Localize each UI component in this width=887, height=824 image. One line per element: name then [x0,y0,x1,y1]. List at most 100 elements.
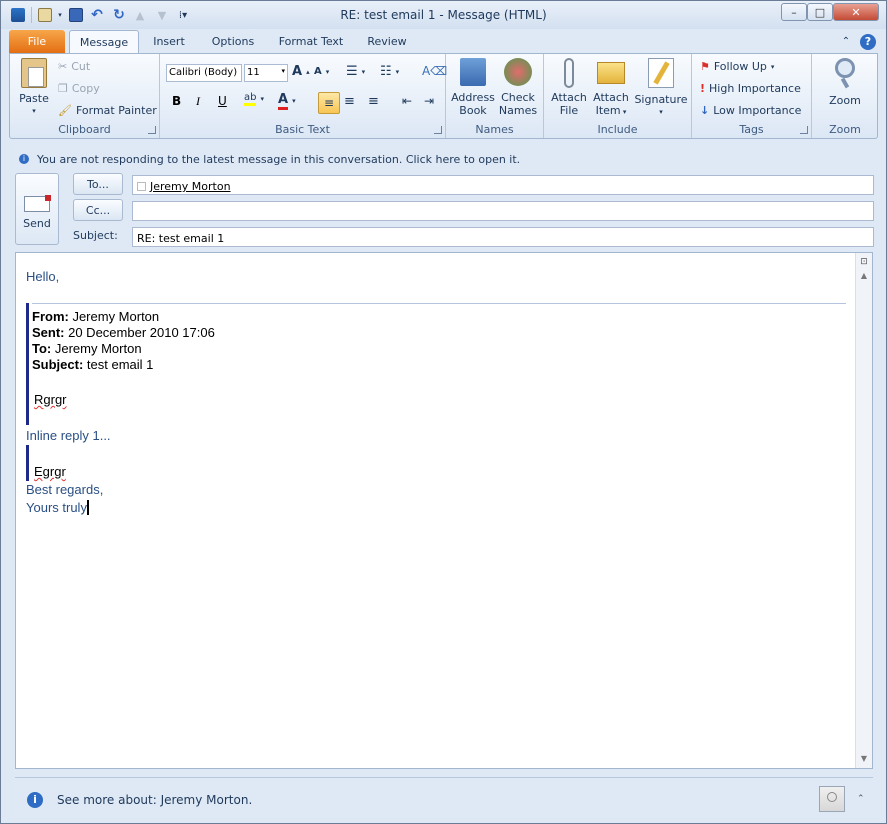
paintbrush-icon: 🖌 [58,104,72,117]
flag-icon: ⚑ [700,60,710,73]
align-center-icon[interactable]: ≡ [344,94,355,109]
greeting-text: Hello, [26,269,60,284]
bullets-icon[interactable]: ☰ ▾ [346,64,365,79]
tab-review[interactable]: Review [359,30,415,53]
bold-button[interactable]: B [172,94,181,108]
address-book-label-1: Address [451,91,495,104]
dialog-launcher-icon[interactable] [800,126,808,134]
minimize-button[interactable]: – [781,3,807,21]
attach-file-button[interactable]: Attach File [548,58,590,117]
chevron-down-icon: ▾ [659,108,663,116]
tab-options[interactable]: Options [203,30,263,53]
contact-avatar[interactable] [819,786,845,812]
zoom-label: Zoom [829,94,861,107]
paste-button[interactable]: Paste ▾ [14,58,54,120]
message-header: Send To... Cc... Subject: Jeremy Morton … [9,171,878,249]
tags-group-label: Tags [739,123,764,136]
attach-file-label-2: File [559,104,579,117]
chevron-down-icon: ▾ [281,67,285,75]
numbering-icon[interactable]: ☷ ▾ [380,64,399,79]
follow-up-button[interactable]: ⚑ Follow Up ▾ [700,60,774,73]
font-color-button[interactable]: A ▾ [278,92,296,110]
dialog-launcher-icon[interactable] [148,126,156,134]
clipboard-icon [21,58,47,88]
check-names-button[interactable]: Check Names [496,58,540,117]
zoom-button[interactable]: Zoom [820,58,870,107]
title-bar: ▾ ↶ ↻ ▲ ▼ ⁞▾ RE: test email 1 - Message … [1,1,886,29]
see-more-text[interactable]: See more about: Jeremy Morton. [57,793,252,807]
people-pane-bar: i See more about: Jeremy Morton. ⌃ [15,777,873,819]
tab-format-text[interactable]: Format Text [273,30,349,53]
attach-item-button[interactable]: Attach Item ▾ [590,58,632,119]
check-names-label-2: Names [498,104,538,117]
scroll-down-icon[interactable]: ▼ [857,754,871,766]
text-cursor [86,500,89,515]
dialog-launcher-icon[interactable] [434,126,442,134]
subject-line: Subject: test email 1 [32,357,153,372]
message-body-editor[interactable]: Hello, From: Jeremy Morton Sent: 20 Dece… [15,252,873,769]
conversation-info-bar[interactable]: i You are not responding to the latest m… [9,149,878,169]
subject-line-value: test email 1 [83,357,154,372]
font-name-combo[interactable]: Calibri (Body) [166,64,242,82]
basic-text-group-label: Basic Text [275,123,330,136]
collapse-ribbon-icon[interactable]: ⌃ [837,30,855,53]
send-label: Send [23,217,51,230]
high-importance-button[interactable]: ! High Importance [700,82,801,95]
send-button[interactable]: Send [15,173,59,245]
font-size-combo[interactable]: 11 ▾ [244,64,288,82]
clipboard-group-label: Clipboard [58,123,111,136]
quote-bar [26,303,29,425]
help-icon[interactable]: ? [859,30,877,53]
scroll-up-icon[interactable]: ▲ [857,271,871,283]
ribbon-tabs: File Message Insert Options Format Text … [1,29,886,53]
subject-field[interactable]: RE: test email 1 [132,227,874,247]
subject-line-label: Subject: [32,357,84,372]
cut-button[interactable]: ✂ Cut [58,60,90,73]
ruler-toggle-icon[interactable]: ⊡ [858,257,870,269]
low-importance-button[interactable]: ↓ Low Importance [700,104,801,117]
align-right-icon[interactable]: ≡ [368,94,379,109]
cc-field[interactable] [132,201,874,221]
to-button[interactable]: To... [73,173,123,195]
high-importance-label: High Importance [709,82,801,95]
send-envelope-icon [24,195,51,212]
tab-file[interactable]: File [9,30,65,53]
info-bar-text: You are not responding to the latest mes… [37,152,521,166]
font-color-icon: A [278,92,289,110]
close-button[interactable]: ✕ [833,3,879,21]
grow-font-icon[interactable]: A ▴ [292,64,310,79]
shrink-font-icon[interactable]: A ▾ [314,66,329,77]
person-icon [827,792,837,802]
copy-button[interactable]: ❐ Copy [58,82,100,95]
from-line: From: Jeremy Morton [32,309,159,324]
magnifier-icon [835,58,855,78]
tab-message[interactable]: Message [69,30,139,53]
underline-button[interactable]: U [218,94,227,108]
format-painter-label: Format Painter [75,104,157,117]
to-recipient[interactable]: Jeremy Morton [150,180,231,193]
low-importance-label: Low Importance [713,104,802,117]
cc-button[interactable]: Cc... [73,199,123,221]
format-painter-button[interactable]: 🖌 Format Painter [58,104,157,117]
highlighter-icon: ab [244,92,257,106]
outlook-message-window: ▾ ↶ ↻ ▲ ▼ ⁞▾ RE: test email 1 - Message … [0,0,887,824]
tab-insert[interactable]: Insert [143,30,195,53]
check-names-icon [504,58,532,86]
closing-line-2: Yours truly [26,500,89,515]
align-left-button[interactable]: ≡ [318,92,340,114]
zoom-group: Zoom Zoom [812,54,878,138]
maximize-button[interactable]: □ [807,3,833,21]
to-field[interactable]: Jeremy Morton [132,175,874,195]
expand-pane-icon[interactable]: ⌃ [857,794,865,804]
increase-indent-icon[interactable]: ⇥ [424,94,434,108]
vertical-scrollbar[interactable]: ⊡ ▲ ▼ [855,253,872,768]
include-group: Attach File Attach Item ▾ Signature ▾ In… [544,54,692,138]
contact-checkbox-icon [137,182,146,191]
address-book-button[interactable]: Address Book [450,58,496,117]
clear-formatting-icon[interactable]: A⌫ [422,64,447,78]
decrease-indent-icon[interactable]: ⇤ [402,94,412,108]
italic-button[interactable]: I [196,94,200,109]
highlight-color-button[interactable]: ab ▾ [244,92,264,106]
copy-label: Copy [71,82,100,95]
signature-button[interactable]: Signature ▾ [634,58,688,119]
